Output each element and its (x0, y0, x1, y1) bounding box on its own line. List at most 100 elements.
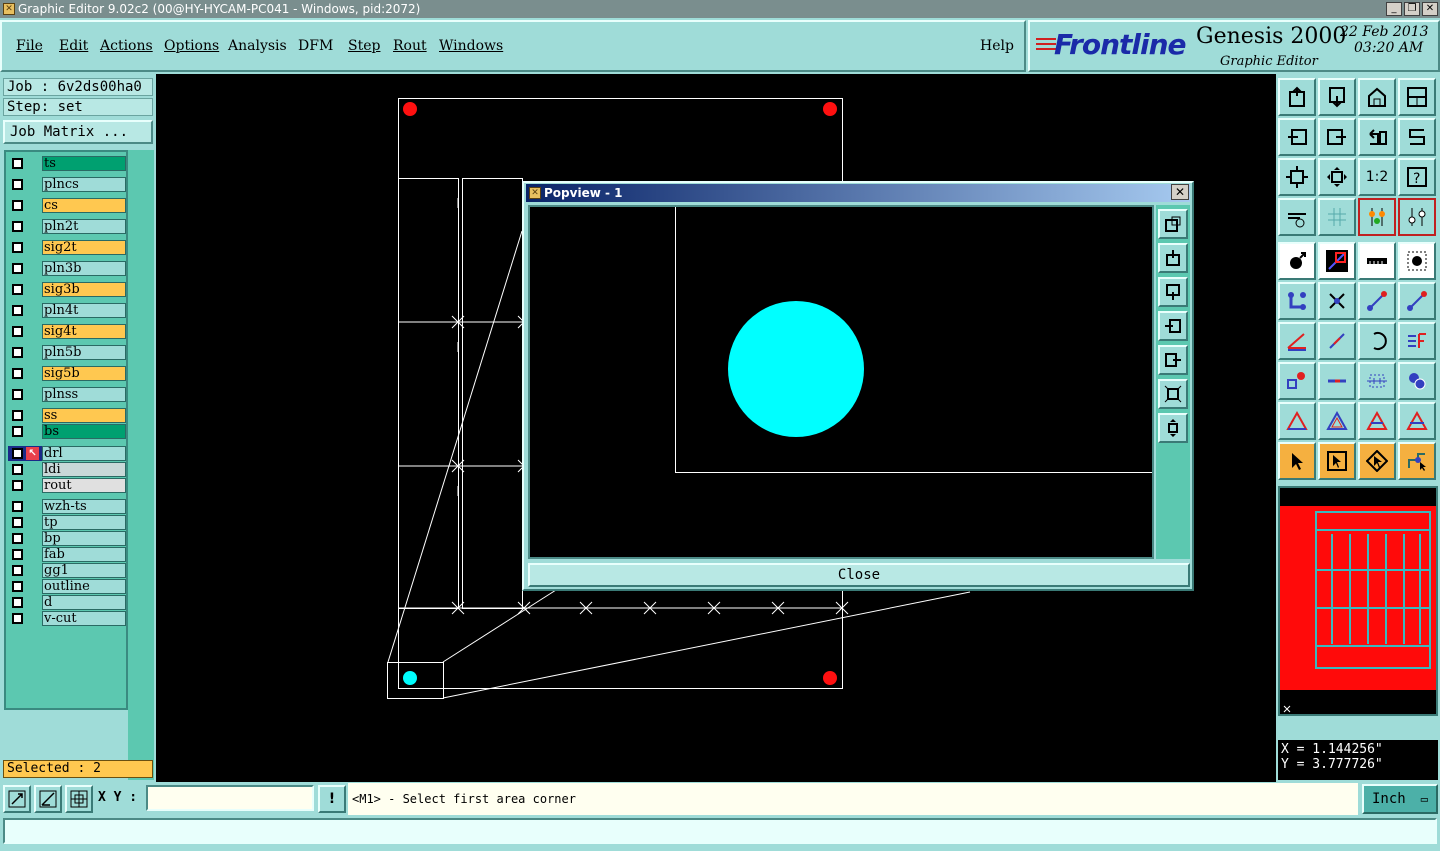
snap-centers-icon[interactable] (1398, 198, 1436, 236)
select-polygon-icon[interactable] (1358, 442, 1396, 480)
layer-name[interactable]: drl (42, 446, 126, 461)
text-feature-icon[interactable] (1398, 322, 1436, 360)
layer-row[interactable]: ldi (8, 462, 126, 477)
layer-row[interactable]: fab (8, 547, 126, 562)
layer-row[interactable]: sig2t (8, 240, 126, 255)
layer-name[interactable]: v-cut (42, 611, 126, 626)
layer-visibility-checkbox[interactable] (12, 480, 23, 491)
arc-icon[interactable] (1358, 322, 1396, 360)
layer-name[interactable]: bs (42, 424, 126, 439)
layer-name[interactable]: sig3b (42, 282, 126, 297)
layer-name[interactable]: cs (42, 198, 126, 213)
zoom-ratio-button[interactable]: 1:2 (1358, 158, 1396, 196)
measure-icon[interactable] (1318, 242, 1356, 280)
menu-edit[interactable]: Edit (59, 38, 88, 54)
layer-row[interactable]: rout (8, 478, 126, 493)
menu-analysis[interactable]: Analysis (228, 38, 287, 54)
popview-pan-right-icon[interactable] (1158, 345, 1188, 375)
add-segment-icon[interactable] (1398, 282, 1436, 320)
layer-row[interactable]: plnss (8, 387, 126, 402)
grid-icon[interactable] (1318, 198, 1356, 236)
menu-dfm[interactable]: DFM (298, 38, 333, 54)
layer-visibility-checkbox[interactable] (12, 284, 23, 295)
horizontal-line-icon[interactable] (1318, 362, 1356, 400)
layer-name[interactable]: plnss (42, 387, 126, 402)
minimize-button[interactable]: _ (1386, 2, 1402, 16)
layer-visibility-checkbox[interactable] (12, 158, 23, 169)
tools-settings-icon[interactable] (1278, 198, 1316, 236)
layer-row[interactable]: pln2t (8, 219, 126, 234)
zoom-home-icon[interactable] (1318, 158, 1356, 196)
layer-visibility-checkbox[interactable] (12, 368, 23, 379)
pad-add-icon[interactable] (1278, 362, 1316, 400)
menu-help[interactable]: Help (980, 38, 1014, 54)
connect-nodes-icon[interactable] (1278, 282, 1316, 320)
layer-name[interactable]: plncs (42, 177, 126, 192)
help-question-icon[interactable]: ? (1398, 158, 1436, 196)
save-step-icon[interactable] (1318, 78, 1356, 116)
layer-visibility-checkbox[interactable] (12, 517, 23, 528)
layer-visibility-checkbox[interactable] (12, 533, 23, 544)
popview-close-button[interactable]: Close (528, 563, 1190, 587)
layer-row[interactable]: bp (8, 531, 126, 546)
execute-button[interactable]: ! (318, 785, 346, 813)
layer-row[interactable]: bs (8, 424, 126, 439)
maximize-button[interactable]: ❐ (1404, 2, 1420, 16)
menu-step[interactable]: Step (348, 38, 380, 54)
layer-name[interactable]: outline (42, 579, 126, 594)
layer-visibility-checkbox[interactable] (12, 200, 23, 211)
layer-visibility-checkbox[interactable] (12, 179, 23, 190)
menu-options[interactable]: Options (164, 38, 219, 54)
layer-visibility-checkbox[interactable] (12, 597, 23, 608)
slope-line-icon[interactable] (1318, 322, 1356, 360)
menu-actions[interactable]: Actions (100, 38, 153, 54)
menu-file[interactable]: File (16, 38, 43, 54)
pad-select-icon[interactable] (1398, 242, 1436, 280)
overview-minimap[interactable] (1278, 486, 1438, 716)
zoom-box-icon[interactable] (3, 785, 31, 813)
layer-visibility-checkbox[interactable] (12, 613, 23, 624)
layer-name[interactable]: rout (42, 478, 126, 493)
layer-row[interactable]: sig3b (8, 282, 126, 297)
layer-name[interactable]: pln3b (42, 261, 126, 276)
layer-name[interactable]: ss (42, 408, 126, 423)
pan-right-icon[interactable] (1318, 118, 1356, 156)
layer-name[interactable]: sig5b (42, 366, 126, 381)
layer-row[interactable]: pln5b (8, 345, 126, 360)
xy-coordinate-input[interactable] (146, 785, 314, 811)
layer-visibility-checkbox[interactable] (12, 221, 23, 232)
layer-row[interactable]: sig5b (8, 366, 126, 381)
layer-visibility-checkbox[interactable] (12, 326, 23, 337)
layer-visibility-checkbox[interactable] (12, 448, 23, 459)
pad-group-icon[interactable] (1398, 362, 1436, 400)
layer-name[interactable]: pln2t (42, 219, 126, 234)
layer-row[interactable]: plncs (8, 177, 126, 192)
redraw-icon[interactable] (1398, 118, 1436, 156)
layer-name[interactable]: bp (42, 531, 126, 546)
layer-name[interactable]: ldi (42, 462, 126, 477)
menu-rout[interactable]: Rout (393, 38, 427, 54)
zoom-fit-icon[interactable] (1278, 158, 1316, 196)
menu-windows[interactable]: Windows (439, 38, 503, 54)
feature-info-icon[interactable] (1278, 242, 1316, 280)
popview-pan-up-icon[interactable] (1158, 243, 1188, 273)
layer-visibility-checkbox[interactable] (12, 426, 23, 437)
popview-zoom-window-icon[interactable] (1158, 209, 1188, 239)
layer-visibility-checkbox[interactable] (12, 501, 23, 512)
measure-bottom-icon[interactable] (34, 785, 62, 813)
layer-row[interactable]: ↖ drl (8, 446, 126, 461)
select-net-icon[interactable] (1398, 442, 1436, 480)
layer-row[interactable]: pln4t (8, 303, 126, 318)
layer-name[interactable]: ts (42, 156, 126, 171)
triangle-outline-icon[interactable] (1318, 402, 1356, 440)
layer-visibility-checkbox[interactable] (12, 347, 23, 358)
layer-name[interactable]: d (42, 595, 126, 610)
layer-row[interactable]: ts (8, 156, 126, 171)
layer-name[interactable]: fab (42, 547, 126, 562)
surface-icon[interactable] (1358, 402, 1396, 440)
snap-features-icon[interactable] (1358, 198, 1396, 236)
layer-visibility-checkbox[interactable] (12, 581, 23, 592)
layer-row[interactable]: gg1 (8, 563, 126, 578)
layer-name[interactable]: sig2t (42, 240, 126, 255)
layer-name[interactable]: wzh-ts (42, 499, 126, 514)
